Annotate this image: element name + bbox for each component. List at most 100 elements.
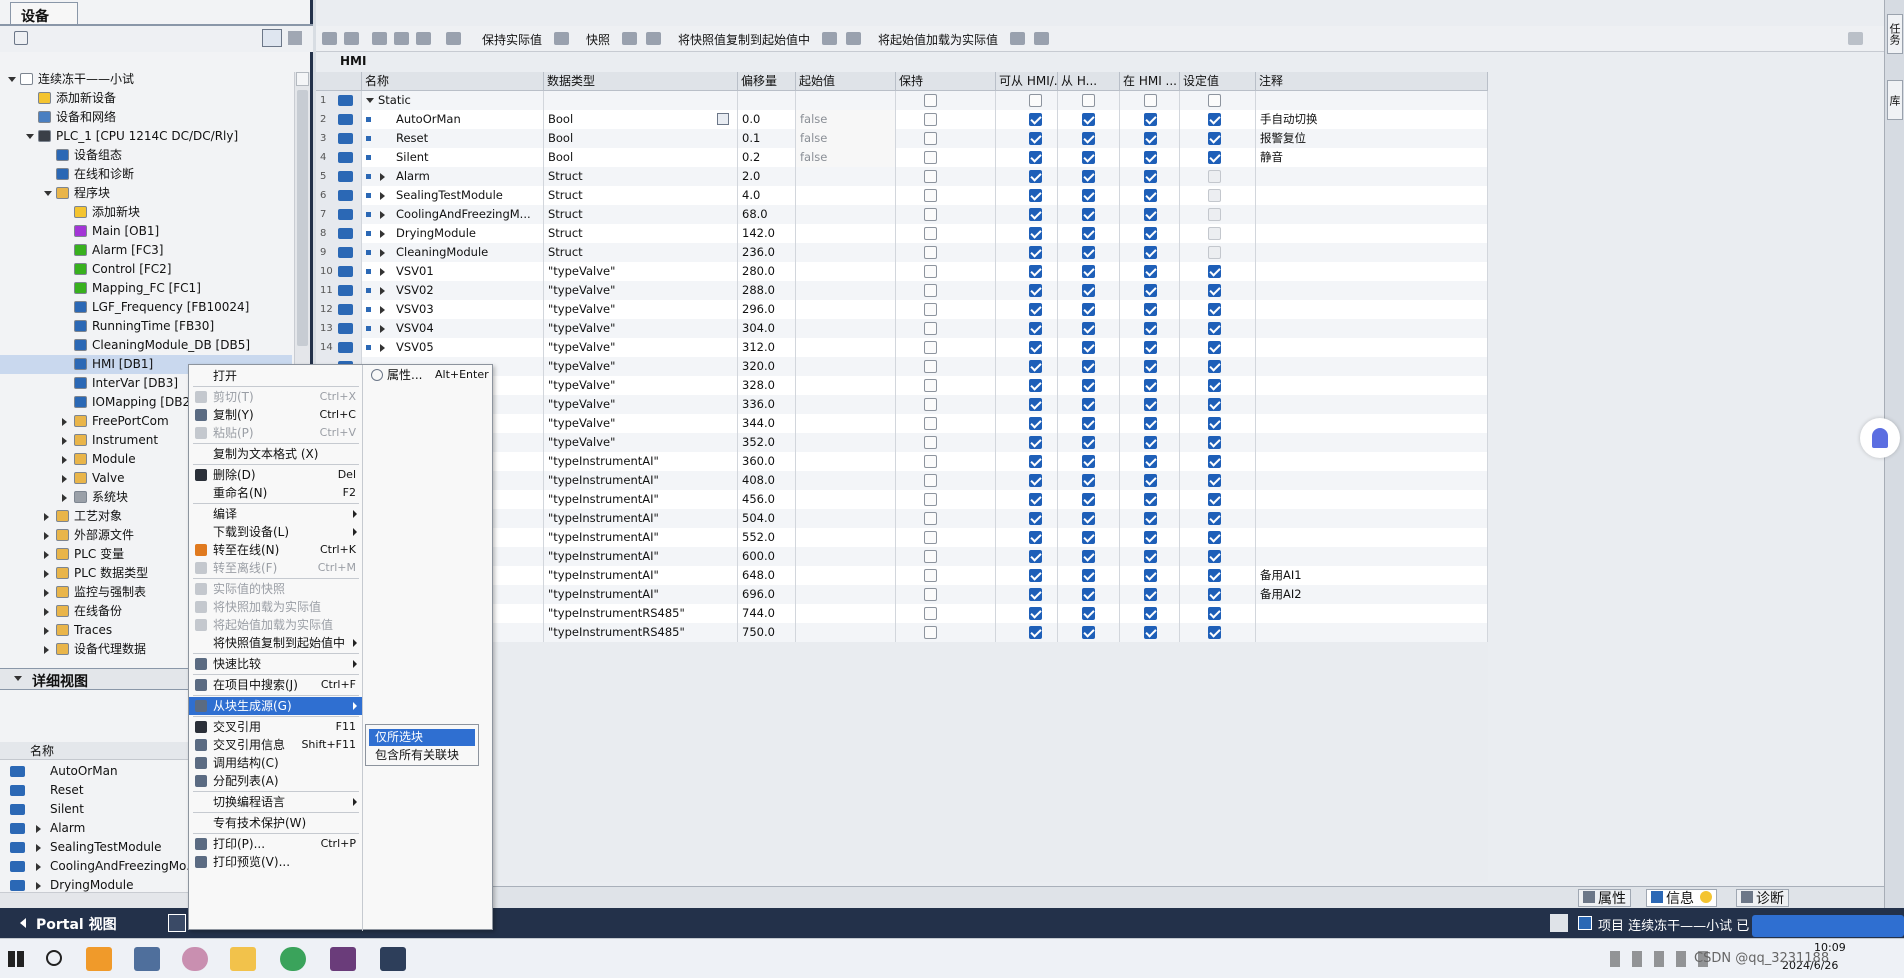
setpoint-checkbox[interactable]	[1208, 94, 1221, 107]
setpoint-checkbox[interactable]	[1208, 493, 1221, 506]
hmi-visible-checkbox[interactable]	[1144, 417, 1157, 430]
retain-checkbox[interactable]	[924, 569, 937, 582]
hmi-accessible-checkbox[interactable]	[1029, 455, 1042, 468]
retain-checkbox[interactable]	[924, 303, 937, 316]
hmi-visible-checkbox[interactable]	[1144, 322, 1157, 335]
retain-checkbox[interactable]	[924, 531, 937, 544]
table-row[interactable]: 10 VSV01 "typeValve" 280.0	[316, 262, 1488, 281]
edge-icon[interactable]	[280, 947, 306, 971]
menu-item[interactable]: 专有技术保护(W)	[189, 814, 362, 832]
keep-actual-button[interactable]: 保持实际值	[482, 31, 542, 48]
hmi-visible-checkbox[interactable]	[1144, 360, 1157, 373]
table-cell[interactable]: "typeValve"	[544, 338, 738, 357]
chevron-right-icon[interactable]	[62, 437, 67, 445]
chevron-right-icon[interactable]	[380, 230, 385, 238]
tree-item[interactable]: 添加新设备	[0, 89, 292, 108]
retain-checkbox[interactable]	[924, 341, 937, 354]
setpoint-checkbox[interactable]	[1208, 132, 1221, 145]
hmi-writable-checkbox[interactable]	[1082, 569, 1095, 582]
hmi-visible-checkbox[interactable]	[1144, 94, 1157, 107]
setpoint-checkbox[interactable]	[1208, 474, 1221, 487]
setpoint-checkbox[interactable]	[1208, 607, 1221, 620]
table-cell[interactable]: "typeValve"	[544, 433, 738, 452]
hmi-accessible-checkbox[interactable]	[1029, 512, 1042, 525]
chevron-right-icon[interactable]	[62, 456, 67, 464]
hmi-accessible-checkbox[interactable]	[1029, 550, 1042, 563]
tree-item[interactable]: LGF_Frequency [FB10024]	[0, 298, 292, 317]
extra-icon-2[interactable]	[1034, 32, 1049, 45]
setpoint-checkbox[interactable]	[1208, 455, 1221, 468]
chevron-right-icon[interactable]	[380, 192, 385, 200]
menu-item[interactable]: 交叉引用 F11	[189, 718, 362, 736]
setpoint-checkbox[interactable]	[1208, 626, 1221, 639]
setpoint-checkbox[interactable]	[1208, 151, 1221, 164]
table-row[interactable]: 7 CoolingAndFreezingM... Struct 68.0	[316, 205, 1488, 224]
add-row-icon[interactable]	[344, 32, 359, 45]
network-view-icon[interactable]	[288, 31, 302, 45]
retain-checkbox[interactable]	[924, 322, 937, 335]
menu-item[interactable]: 转至离线(F) Ctrl+M	[189, 559, 362, 577]
column-header[interactable]: 数据类型	[544, 72, 738, 91]
retain-checkbox[interactable]	[924, 227, 937, 240]
hmi-visible-checkbox[interactable]	[1144, 455, 1157, 468]
menu-item[interactable]: 实际值的快照	[189, 580, 362, 598]
setpoint-checkbox[interactable]	[1208, 588, 1221, 601]
table-cell[interactable]: "typeValve"	[544, 414, 738, 433]
setpoint-checkbox[interactable]	[1208, 322, 1221, 335]
chevron-right-icon[interactable]	[44, 589, 49, 597]
hmi-writable-checkbox[interactable]	[1082, 417, 1095, 430]
retain-checkbox[interactable]	[924, 170, 937, 183]
table-row[interactable]: 1 Static	[316, 91, 1488, 110]
properties-tab[interactable]: 属性	[1578, 889, 1631, 907]
menu-item[interactable]: 将快照值复制到起始值中	[189, 634, 362, 652]
hmi-accessible-checkbox[interactable]	[1029, 341, 1042, 354]
chevron-right-icon[interactable]	[36, 825, 41, 833]
table-cell[interactable]: "typeInstrumentAI"	[544, 452, 738, 471]
chevron-right-icon[interactable]	[380, 344, 385, 352]
chevron-right-icon[interactable]	[44, 532, 49, 540]
hmi-visible-checkbox[interactable]	[1144, 512, 1157, 525]
table-cell[interactable]	[544, 91, 738, 110]
hmi-accessible-checkbox[interactable]	[1029, 265, 1042, 278]
hmi-visible-checkbox[interactable]	[1144, 550, 1157, 563]
hmi-visible-checkbox[interactable]	[1144, 284, 1157, 297]
hmi-visible-checkbox[interactable]	[1144, 493, 1157, 506]
insert-row-icon[interactable]	[322, 32, 337, 45]
hmi-accessible-checkbox[interactable]	[1029, 208, 1042, 221]
copy-snapshot-icon-2[interactable]	[646, 32, 661, 45]
hmi-visible-checkbox[interactable]	[1144, 170, 1157, 183]
tree-item[interactable]: 在线和诊断	[0, 165, 292, 184]
chevron-right-icon[interactable]	[380, 249, 385, 257]
table-row[interactable]: 8 DryingModule Struct 142.0	[316, 224, 1488, 243]
hmi-accessible-checkbox[interactable]	[1029, 417, 1042, 430]
table-cell[interactable]: Struct	[544, 186, 738, 205]
hmi-writable-checkbox[interactable]	[1082, 379, 1095, 392]
table-cell[interactable]: "typeInstrumentAI"	[544, 509, 738, 528]
column-header[interactable]: 可从 HMI/...	[996, 72, 1058, 91]
table-cell[interactable]: Bool	[544, 110, 738, 129]
hmi-writable-checkbox[interactable]	[1082, 607, 1095, 620]
submenu-selected-only[interactable]: 仅所选块	[369, 729, 475, 746]
retain-checkbox[interactable]	[924, 189, 937, 202]
table-row[interactable]: 12 VSV03 "typeValve" 296.0	[316, 300, 1488, 319]
hmi-visible-checkbox[interactable]	[1144, 379, 1157, 392]
hmi-writable-checkbox[interactable]	[1082, 398, 1095, 411]
hmi-writable-checkbox[interactable]	[1082, 360, 1095, 373]
hmi-visible-checkbox[interactable]	[1144, 341, 1157, 354]
diagnostics-tab[interactable]: 诊断	[1736, 889, 1789, 907]
hmi-visible-checkbox[interactable]	[1144, 607, 1157, 620]
chevron-right-icon[interactable]	[62, 475, 67, 483]
hmi-accessible-checkbox[interactable]	[1029, 246, 1042, 259]
overview-icon[interactable]	[168, 914, 186, 932]
hmi-writable-checkbox[interactable]	[1082, 512, 1095, 525]
tree-item[interactable]: Mapping_FC [FC1]	[0, 279, 292, 298]
window-icon[interactable]	[1848, 32, 1863, 45]
hmi-accessible-checkbox[interactable]	[1029, 94, 1042, 107]
table-cell[interactable]: "typeValve"	[544, 376, 738, 395]
load-start-icon[interactable]	[822, 32, 837, 45]
overview-toggle-icon[interactable]	[262, 29, 282, 47]
table-cell[interactable]: "typeInstrumentAI"	[544, 471, 738, 490]
portal-view-button[interactable]: Portal 视图	[36, 914, 117, 934]
chevron-right-icon[interactable]	[36, 863, 41, 871]
menu-item[interactable]: 编译	[189, 505, 362, 523]
